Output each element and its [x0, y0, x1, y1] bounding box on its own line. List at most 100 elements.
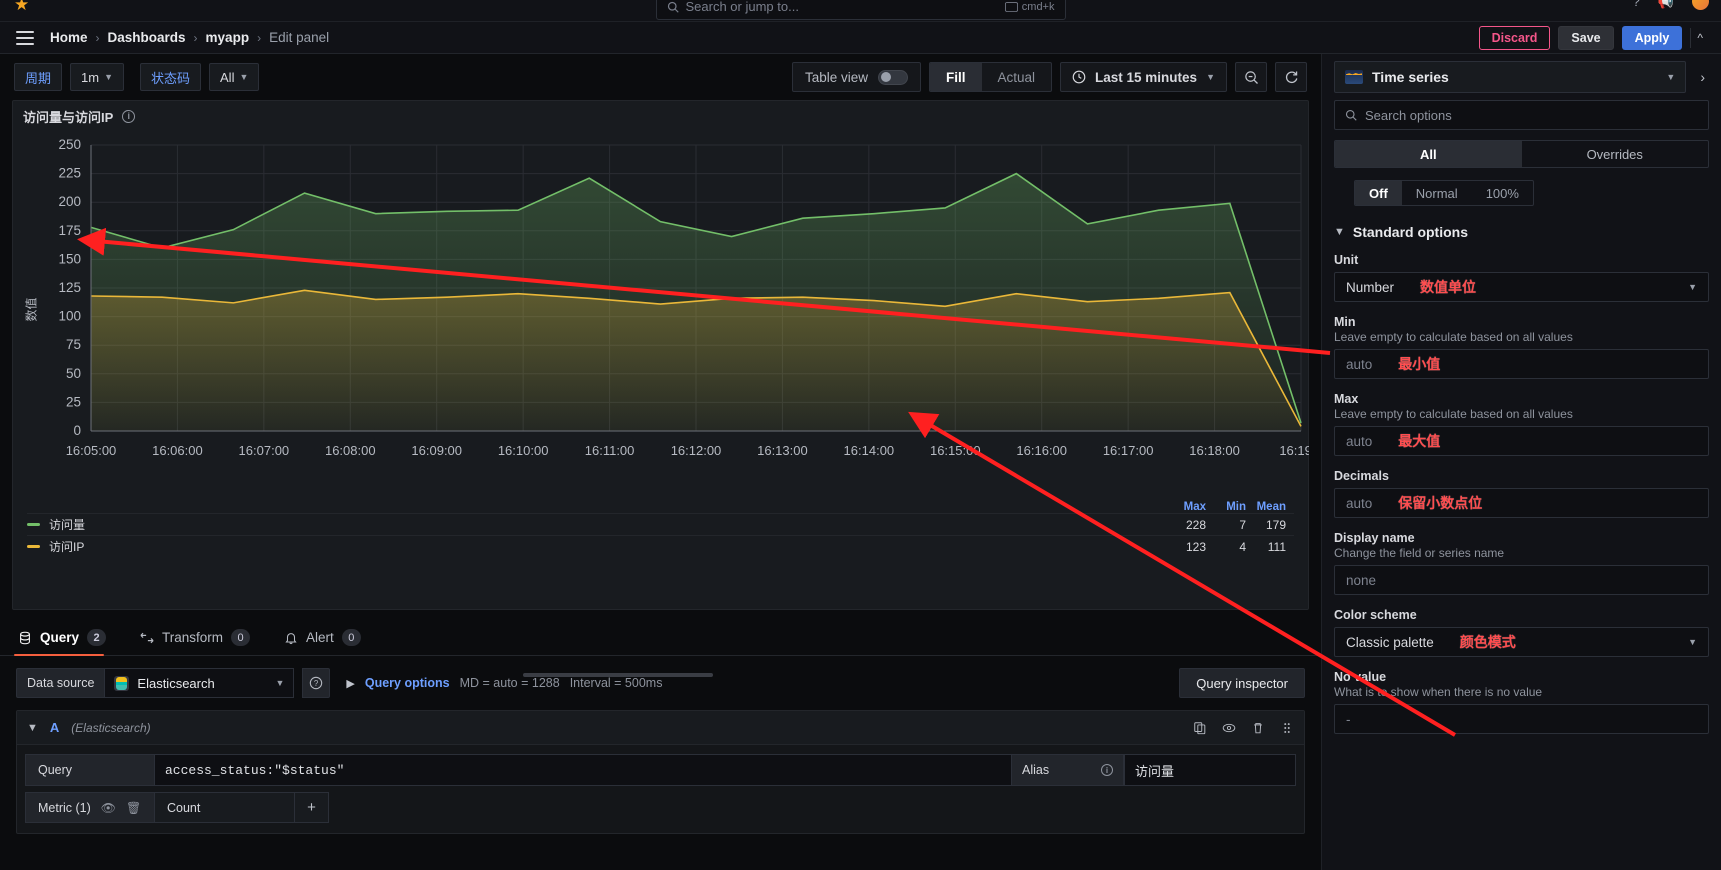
tab-overrides[interactable]: Overrides — [1522, 141, 1709, 167]
info-icon[interactable]: i — [122, 110, 135, 123]
legend-values: 123 4 111 — [1166, 540, 1294, 554]
news-icon[interactable]: 📢 — [1658, 0, 1674, 10]
variable-label-status[interactable]: 状态码 — [140, 63, 201, 91]
query-lucene-input[interactable]: access_status:"$status" — [155, 754, 1012, 786]
table-view-switch[interactable] — [878, 70, 908, 85]
search-options-input[interactable]: Search options — [1334, 100, 1709, 130]
save-button[interactable]: Save — [1558, 26, 1613, 50]
help-icon[interactable]: ? — [1633, 0, 1640, 9]
legend-value-min: 4 — [1206, 540, 1246, 554]
transform-icon — [140, 631, 154, 645]
query-editor-card-a: ▼ A (Elasticsearch) Query access_status:… — [16, 710, 1305, 834]
unit-value: Number — [1346, 280, 1394, 295]
legend-col-mean[interactable]: Mean — [1246, 501, 1286, 513]
tab-query-count: 2 — [87, 629, 106, 646]
chevron-down-icon: ▼ — [1688, 282, 1697, 292]
help-circle-icon: ? — [309, 676, 323, 690]
breadcrumb-item-dashboards[interactable]: Dashboards — [108, 30, 186, 45]
tab-query[interactable]: Query 2 — [14, 629, 120, 655]
fill-actual-segmented[interactable]: Fill Actual — [929, 62, 1052, 92]
search-shortcut-hint: cmd+k — [1005, 1, 1055, 13]
eye-icon[interactable] — [1222, 721, 1236, 735]
option-label: No value — [1334, 670, 1709, 684]
global-search-input[interactable]: Search or jump to... cmd+k — [656, 0, 1066, 20]
chevron-right-icon[interactable]: ▶ — [346, 677, 354, 690]
y-axis-tick: 225 — [58, 166, 81, 181]
color-scheme-select[interactable]: Classic palette 颜色模式 ▼ — [1334, 627, 1709, 657]
x-axis-tick: 16:16:00 — [1016, 443, 1067, 458]
time-range-text: Last 15 minutes — [1095, 70, 1197, 85]
table-view-toggle[interactable]: Table view — [792, 62, 921, 92]
tab-transform[interactable]: Transform 0 — [136, 629, 264, 655]
min-input[interactable]: auto 最小值 — [1334, 349, 1709, 379]
opacity-normal-button[interactable]: Normal — [1402, 181, 1472, 205]
query-options-link[interactable]: Query options — [365, 676, 450, 690]
chevron-down-icon: ▼ — [1206, 72, 1215, 82]
add-metric-button[interactable]: + — [295, 792, 329, 823]
avatar[interactable] — [1692, 0, 1709, 10]
legend-series-name[interactable]: 访问量 — [49, 516, 85, 533]
grafana-logo-icon: ★ — [14, 0, 36, 16]
collapse-options-pane-icon[interactable]: › — [1696, 69, 1709, 85]
alias-label: Alias — [1022, 763, 1049, 777]
y-axis-tick: 50 — [66, 366, 81, 381]
max-input[interactable]: auto 最大值 — [1334, 426, 1709, 456]
copy-icon[interactable] — [1193, 721, 1207, 735]
trash-icon[interactable] — [1251, 721, 1265, 735]
legend-value-mean: 179 — [1246, 518, 1286, 532]
alias-label-group: Alias i — [1012, 754, 1124, 786]
breadcrumb-item-myapp[interactable]: myapp — [206, 30, 250, 45]
variable-value-period[interactable]: 1m ▼ — [70, 63, 124, 91]
discard-button[interactable]: Discard — [1479, 26, 1551, 50]
time-range-picker[interactable]: Last 15 minutes ▼ — [1060, 62, 1227, 92]
info-icon[interactable]: i — [1101, 764, 1113, 776]
refresh-button[interactable] — [1275, 62, 1307, 92]
x-axis-tick: 16:12:00 — [671, 443, 722, 458]
no-value-input[interactable]: - — [1334, 704, 1709, 734]
decimals-input[interactable]: auto 保留小数点位 — [1334, 488, 1709, 518]
trash-icon[interactable]: 🗑 — [126, 801, 141, 815]
visualization-panel: 访问量与访问IP i 数值 02550751001251501752002252… — [12, 100, 1309, 610]
chevron-down-icon: ▼ — [1666, 72, 1675, 82]
fill-button[interactable]: Fill — [930, 63, 982, 91]
apply-button[interactable]: Apply — [1622, 26, 1683, 50]
query-card-header: ▼ A (Elasticsearch) — [17, 711, 1304, 745]
legend-row[interactable]: 访问IP 123 4 111 — [27, 535, 1294, 557]
tab-all-options[interactable]: All — [1335, 141, 1522, 167]
actual-button[interactable]: Actual — [982, 63, 1052, 91]
data-source-help-button[interactable]: ? — [302, 668, 330, 698]
horizontal-scrollbar[interactable] — [523, 673, 713, 677]
time-series-chart[interactable]: 025507510012515017520022525016:05:0016:0… — [13, 131, 1309, 501]
zoom-out-button[interactable] — [1235, 62, 1267, 92]
legend-row[interactable]: 访问量 228 7 179 — [27, 513, 1294, 535]
legend-col-max[interactable]: Max — [1166, 501, 1206, 513]
breadcrumb-item-home[interactable]: Home — [50, 30, 88, 45]
eye-icon[interactable]: 👁 — [101, 801, 116, 815]
standard-options-section-header[interactable]: ▼ Standard options — [1334, 224, 1709, 240]
legend-col-min[interactable]: Min — [1206, 501, 1246, 513]
query-inspector-button[interactable]: Query inspector — [1179, 668, 1305, 698]
query-ref-id[interactable]: A — [50, 720, 59, 735]
option-label: Min — [1334, 315, 1709, 329]
chevron-up-icon[interactable]: ^ — [1690, 28, 1709, 48]
tab-alert[interactable]: Alert 0 — [280, 629, 375, 655]
alias-input[interactable]: 访问量 — [1124, 754, 1296, 786]
visualization-picker[interactable]: Time series ▼ — [1334, 61, 1686, 93]
menu-toggle-button[interactable] — [12, 25, 38, 51]
annotation-unit: 数值单位 — [1420, 277, 1476, 297]
legend-series-name[interactable]: 访问IP — [49, 538, 84, 555]
chart-plot-area[interactable]: 数值 025507510012515017520022525016:05:001… — [13, 131, 1308, 501]
opacity-100-button[interactable]: 100% — [1472, 181, 1533, 205]
drag-handle-icon[interactable] — [1280, 721, 1294, 735]
opacity-off-button[interactable]: Off — [1355, 181, 1402, 205]
refresh-icon — [1284, 70, 1299, 85]
variable-label-period[interactable]: 周期 — [14, 63, 62, 91]
chevron-down-icon[interactable]: ▼ — [27, 722, 38, 734]
metric-aggregation-select[interactable]: Count — [155, 792, 295, 823]
variable-value-status[interactable]: All ▼ — [209, 63, 259, 91]
unit-select[interactable]: Number 数值单位 ▼ — [1334, 272, 1709, 302]
display-name-input[interactable]: none — [1334, 565, 1709, 595]
data-source-select[interactable]: Elasticsearch ▼ — [104, 668, 294, 698]
query-field-label: Query — [25, 754, 155, 786]
svg-text:?: ? — [314, 679, 319, 688]
